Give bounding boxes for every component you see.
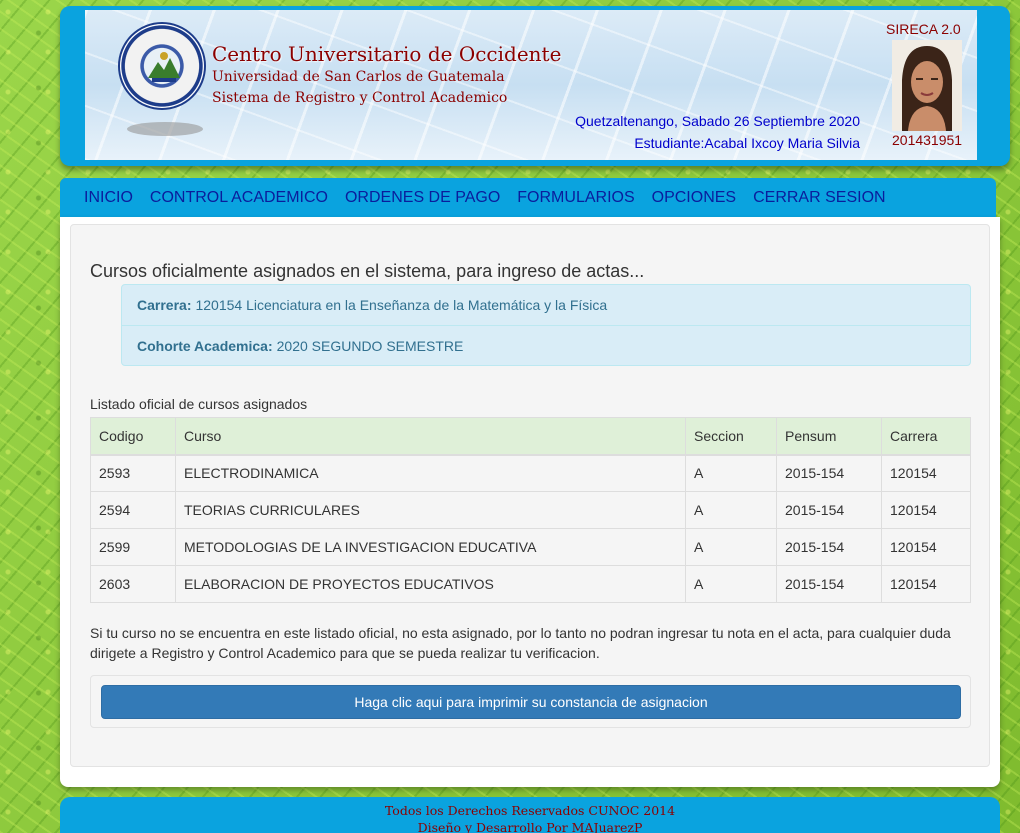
cell-codigo: 2603 [90,565,176,603]
content-panel: Cursos oficialmente asignados en el sist… [70,224,990,767]
courses-table: Codigo Curso Seccion Pensum Carrera 2593… [90,417,971,603]
cell-seccion: A [685,454,777,492]
print-constancia-button[interactable]: Haga clic aqui para imprimir su constanc… [101,685,961,719]
verification-note: Si tu curso no se encuentra en este list… [90,625,951,661]
nav-inicio[interactable]: INICIO [84,189,133,207]
cell-curso: ELABORACION DE PROYECTOS EDUCATIVOS [175,565,686,603]
cohort-row: Cohorte Academica: 2020 SEGUNDO SEMESTRE [122,325,970,365]
career-row: Carrera: 120154 Licenciatura en la Enseñ… [122,285,970,325]
column-header-pensum: Pensum [776,417,882,456]
cell-carrera: 120154 [881,565,971,603]
university-name: Universidad de San Carlos de Guatemala [212,69,505,85]
current-date: Quetzaltenango, Sabado 26 Septiembre 202… [575,113,860,129]
footer-credits: Diseño y Desarrollo Por MAJuarezP [417,820,643,833]
career-label: Carrera: [137,297,192,313]
footer-copyright: Todos los Derechos Reservados CUNOC 2014 [384,803,676,818]
cell-codigo: 2599 [90,528,176,566]
institution-title: Centro Universitario de Occidente [212,42,562,66]
cell-pensum: 2015-154 [776,528,882,566]
seal-shadow [127,122,203,136]
cell-pensum: 2015-154 [776,565,882,603]
career-value: 120154 Licenciatura en la Enseñanza de l… [195,297,608,313]
student-photo [892,40,962,131]
cell-curso: METODOLOGIAS DE LA INVESTIGACION EDUCATI… [175,528,686,566]
table-row: 2593 ELECTRODINAMICA A 2015-154 120154 [90,454,971,492]
column-header-curso: Curso [175,417,686,456]
print-well: Haga clic aqui para imprimir su constanc… [90,675,971,728]
nav-ordenes-de-pago[interactable]: ORDENES DE PAGO [345,189,500,207]
cell-seccion: A [685,565,777,603]
nav-formularios[interactable]: FORMULARIOS [517,189,634,207]
list-caption: Listado oficial de cursos asignados [90,396,308,412]
main-navbar: INICIO CONTROL ACADEMICO ORDENES DE PAGO… [60,178,996,218]
app-name: SIRECA 2.0 [886,21,961,37]
cell-curso: ELECTRODINAMICA [175,454,686,492]
seal-emblem-icon [148,52,180,82]
table-header-row: Codigo Curso Seccion Pensum Carrera [90,417,971,456]
page-title: Cursos oficialmente asignados en el sist… [90,261,645,281]
cell-curso: TEORIAS CURRICULARES [175,491,686,529]
student-name: Estudiante:Acabal Ixcoy Maria Silvia [634,135,860,151]
nav-opciones[interactable]: OPCIONES [652,189,736,207]
cell-seccion: A [685,528,777,566]
cohort-value: 2020 SEGUNDO SEMESTRE [276,337,464,354]
cell-codigo: 2593 [90,454,176,492]
column-header-seccion: Seccion [685,417,777,456]
system-name: Sistema de Registro y Control Academico [212,90,508,106]
cell-seccion: A [685,491,777,529]
nav-control-academico[interactable]: CONTROL ACADEMICO [150,189,328,207]
student-id: 201431951 [892,132,963,148]
table-row: 2594 TEORIAS CURRICULARES A 2015-154 120… [90,491,971,529]
cell-codigo: 2594 [90,491,176,529]
cell-pensum: 2015-154 [776,491,882,529]
cell-pensum: 2015-154 [776,454,882,492]
student-photo-image [892,40,962,131]
university-seal-logo [118,22,206,110]
career-info-box: Carrera: 120154 Licenciatura en la Enseñ… [121,284,971,366]
cell-carrera: 120154 [881,454,971,492]
table-row: 2603 ELABORACION DE PROYECTOS EDUCATIVOS… [90,565,971,603]
column-header-carrera: Carrera [881,417,971,456]
main-content: Cursos oficialmente asignados en el sist… [60,217,1000,787]
page-footer: Todos los Derechos Reservados CUNOC 2014… [60,797,1000,833]
nav-cerrar-sesion[interactable]: CERRAR SESION [753,189,885,207]
cell-carrera: 120154 [881,528,971,566]
cell-carrera: 120154 [881,491,971,529]
cohort-label: Cohorte Academica: [137,337,273,354]
table-row: 2599 METODOLOGIAS DE LA INVESTIGACION ED… [90,528,971,566]
column-header-codigo: Codigo [90,417,176,456]
